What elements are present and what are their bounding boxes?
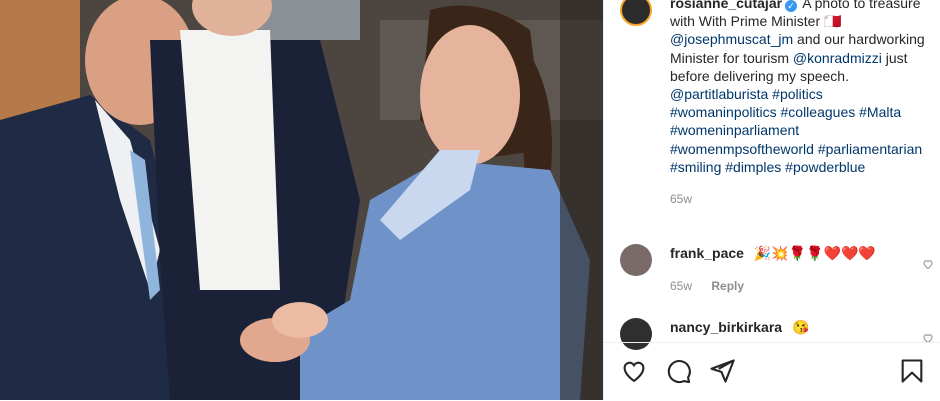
comment-username[interactable]: nancy_birkirkara bbox=[670, 319, 782, 335]
comment-meta: 65w Reply bbox=[670, 279, 744, 293]
bookmark-icon bbox=[901, 359, 923, 383]
hashtag-link[interactable]: #womenmpsoftheworld bbox=[670, 141, 814, 157]
comment-button[interactable] bbox=[664, 357, 692, 385]
hashtag-link[interactable]: #womaninpolitics bbox=[670, 104, 777, 120]
share-icon bbox=[710, 359, 735, 383]
comment-icon bbox=[667, 360, 691, 384]
comment-like-heart-icon[interactable] bbox=[922, 258, 934, 270]
hashtag-link[interactable]: #parliamentarian bbox=[818, 141, 922, 157]
mention-link[interactable]: @konradmizzi bbox=[793, 50, 882, 66]
hashtag-link[interactable]: #politics bbox=[772, 86, 823, 102]
caption-age: 65w bbox=[670, 192, 693, 207]
comment-body: nancy_birkirkara 😘 bbox=[670, 319, 910, 336]
heart-icon bbox=[623, 361, 645, 383]
hashtag-link[interactable]: #dimples bbox=[725, 159, 781, 175]
hashtag-link[interactable]: #smiling bbox=[670, 159, 721, 175]
comment-age: 65w bbox=[670, 279, 693, 293]
caption-text: A photo to treasure with With Prime Mini… bbox=[670, 0, 925, 175]
author-username[interactable]: rosianne_cutajar bbox=[670, 0, 782, 11]
comment-text: 🎉💥🌹🌹❤️❤️❤️ bbox=[753, 245, 876, 261]
post-actions-bar bbox=[604, 342, 940, 401]
hashtag-link[interactable]: #powderblue bbox=[785, 159, 865, 175]
comment-body: frank_pace 🎉💥🌹🌹❤️❤️❤️ bbox=[670, 245, 910, 262]
flag-emoji: 🇲🇹 bbox=[824, 13, 842, 30]
comment-avatar[interactable] bbox=[620, 244, 652, 276]
hashtag-link[interactable]: #Malta bbox=[859, 104, 901, 120]
mention-link[interactable]: @partitlaburista bbox=[670, 86, 768, 102]
hashtag-link[interactable]: #colleagues bbox=[781, 104, 856, 120]
verified-badge-icon: ✓ bbox=[785, 0, 798, 12]
reply-link[interactable]: Reply bbox=[711, 279, 744, 293]
share-button[interactable] bbox=[708, 357, 736, 385]
like-button[interactable] bbox=[620, 357, 648, 385]
post-photo[interactable] bbox=[0, 0, 603, 400]
post-side-panel: rosianne_cutajar ✓ A photo to treasure wi… bbox=[603, 0, 940, 400]
mention-link[interactable]: @josephmuscat_jm bbox=[670, 31, 793, 47]
photo-illustration bbox=[0, 0, 603, 400]
comment-item: frank_pace 🎉💥🌹🌹❤️❤️❤️ 65w Reply bbox=[620, 244, 933, 294]
comment-text: 😘 bbox=[791, 319, 810, 335]
save-button[interactable] bbox=[898, 357, 926, 385]
comment-username[interactable]: frank_pace bbox=[670, 245, 744, 261]
hashtag-link[interactable]: #womeninparliament bbox=[670, 122, 799, 138]
post-caption: rosianne_cutajar ✓ A photo to treasure wi… bbox=[670, 0, 932, 208]
author-avatar[interactable] bbox=[620, 0, 652, 26]
